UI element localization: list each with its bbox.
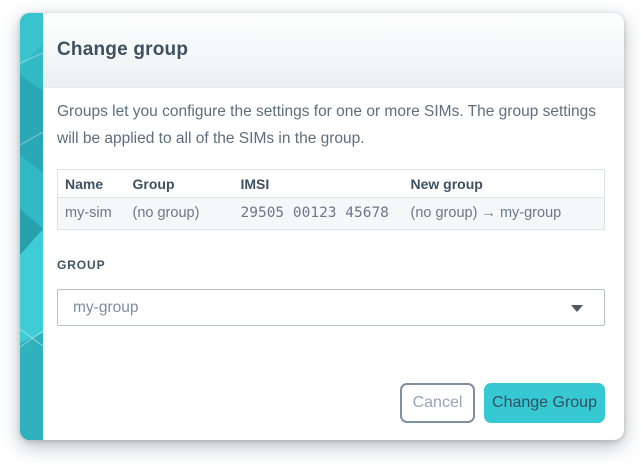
- chevron-down-icon: [571, 305, 583, 312]
- modal-description: Groups let you configure the settings fo…: [57, 103, 597, 147]
- modal-header: Change group: [43, 13, 624, 88]
- group-field-label: GROUP: [57, 258, 106, 272]
- column-header-new-group: New group: [403, 169, 605, 198]
- group-select-value: my-group: [73, 298, 139, 316]
- page-background-strip: [20, 13, 43, 440]
- column-header-group: Group: [125, 169, 234, 198]
- cell-sim-new-group: (no group) → my-group: [403, 197, 605, 230]
- table-header-row: Name Group IMSI New group: [57, 169, 605, 198]
- cell-sim-name: my-sim: [57, 197, 126, 230]
- table-row: my-sim (no group) 29505 00123 45678 (no …: [57, 197, 605, 230]
- change-group-modal: Change group Groups let you configure th…: [43, 13, 624, 440]
- change-group-button[interactable]: Change Group: [484, 383, 605, 423]
- modal-title: Change group: [57, 39, 189, 60]
- modal-footer: Cancel Change Group: [57, 383, 605, 423]
- group-select[interactable]: my-group: [57, 289, 605, 326]
- teal-pattern-decoration: [20, 13, 43, 440]
- column-header-imsi: IMSI: [233, 169, 404, 198]
- cancel-button[interactable]: Cancel: [400, 383, 475, 423]
- cell-sim-imsi: 29505 00123 45678: [233, 197, 404, 230]
- app-window: Change group Groups let you configure th…: [20, 13, 624, 440]
- column-header-name: Name: [57, 169, 126, 198]
- sims-table: Name Group IMSI New group my-sim (no gro…: [57, 169, 605, 230]
- cell-sim-group: (no group): [125, 197, 234, 230]
- modal-body: Groups let you configure the settings fo…: [43, 88, 624, 440]
